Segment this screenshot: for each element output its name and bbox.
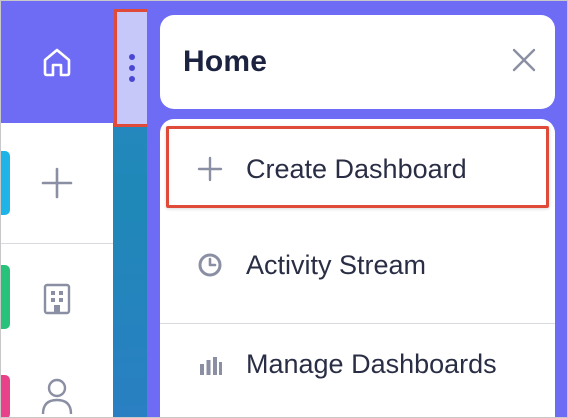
plus-icon: [190, 149, 230, 189]
user-icon: [41, 378, 73, 415]
menu-item-activity-stream[interactable]: Activity Stream: [160, 227, 555, 303]
rail-item-organization[interactable]: [1, 243, 113, 353]
building-icon: [43, 283, 71, 314]
menu-item-create-dashboard[interactable]: Create Dashboard: [160, 129, 555, 209]
handle-dot: [129, 54, 135, 60]
rail-item-user[interactable]: [1, 373, 113, 417]
panel-title: Home: [183, 45, 268, 78]
nav-rail: [1, 1, 113, 417]
rail-item-add[interactable]: [1, 125, 113, 241]
rail-item-home[interactable]: [1, 1, 113, 123]
app-frame: Home Create Dashboard Activity Stream Ma…: [0, 0, 568, 418]
clock-icon: [190, 245, 230, 285]
home-menu: Create Dashboard Activity Stream Manage …: [160, 119, 555, 417]
menu-item-label: Manage Dashboards: [246, 349, 497, 379]
plus-icon: [41, 167, 73, 199]
home-icon: [43, 48, 71, 77]
panel-handle[interactable]: [114, 9, 150, 127]
close-icon: [512, 48, 536, 72]
home-flyout-panel: Home Create Dashboard Activity Stream Ma…: [147, 1, 567, 417]
menu-item-manage-dashboards[interactable]: Manage Dashboards: [160, 323, 555, 405]
menu-item-label: Create Dashboard: [246, 153, 467, 184]
handle-dot: [129, 76, 135, 82]
menu-item-label: Activity Stream: [246, 249, 427, 280]
close-button[interactable]: [507, 43, 541, 77]
handle-dot: [129, 65, 135, 71]
panel-header: Home: [160, 15, 555, 109]
bar-chart-icon: [190, 345, 230, 385]
